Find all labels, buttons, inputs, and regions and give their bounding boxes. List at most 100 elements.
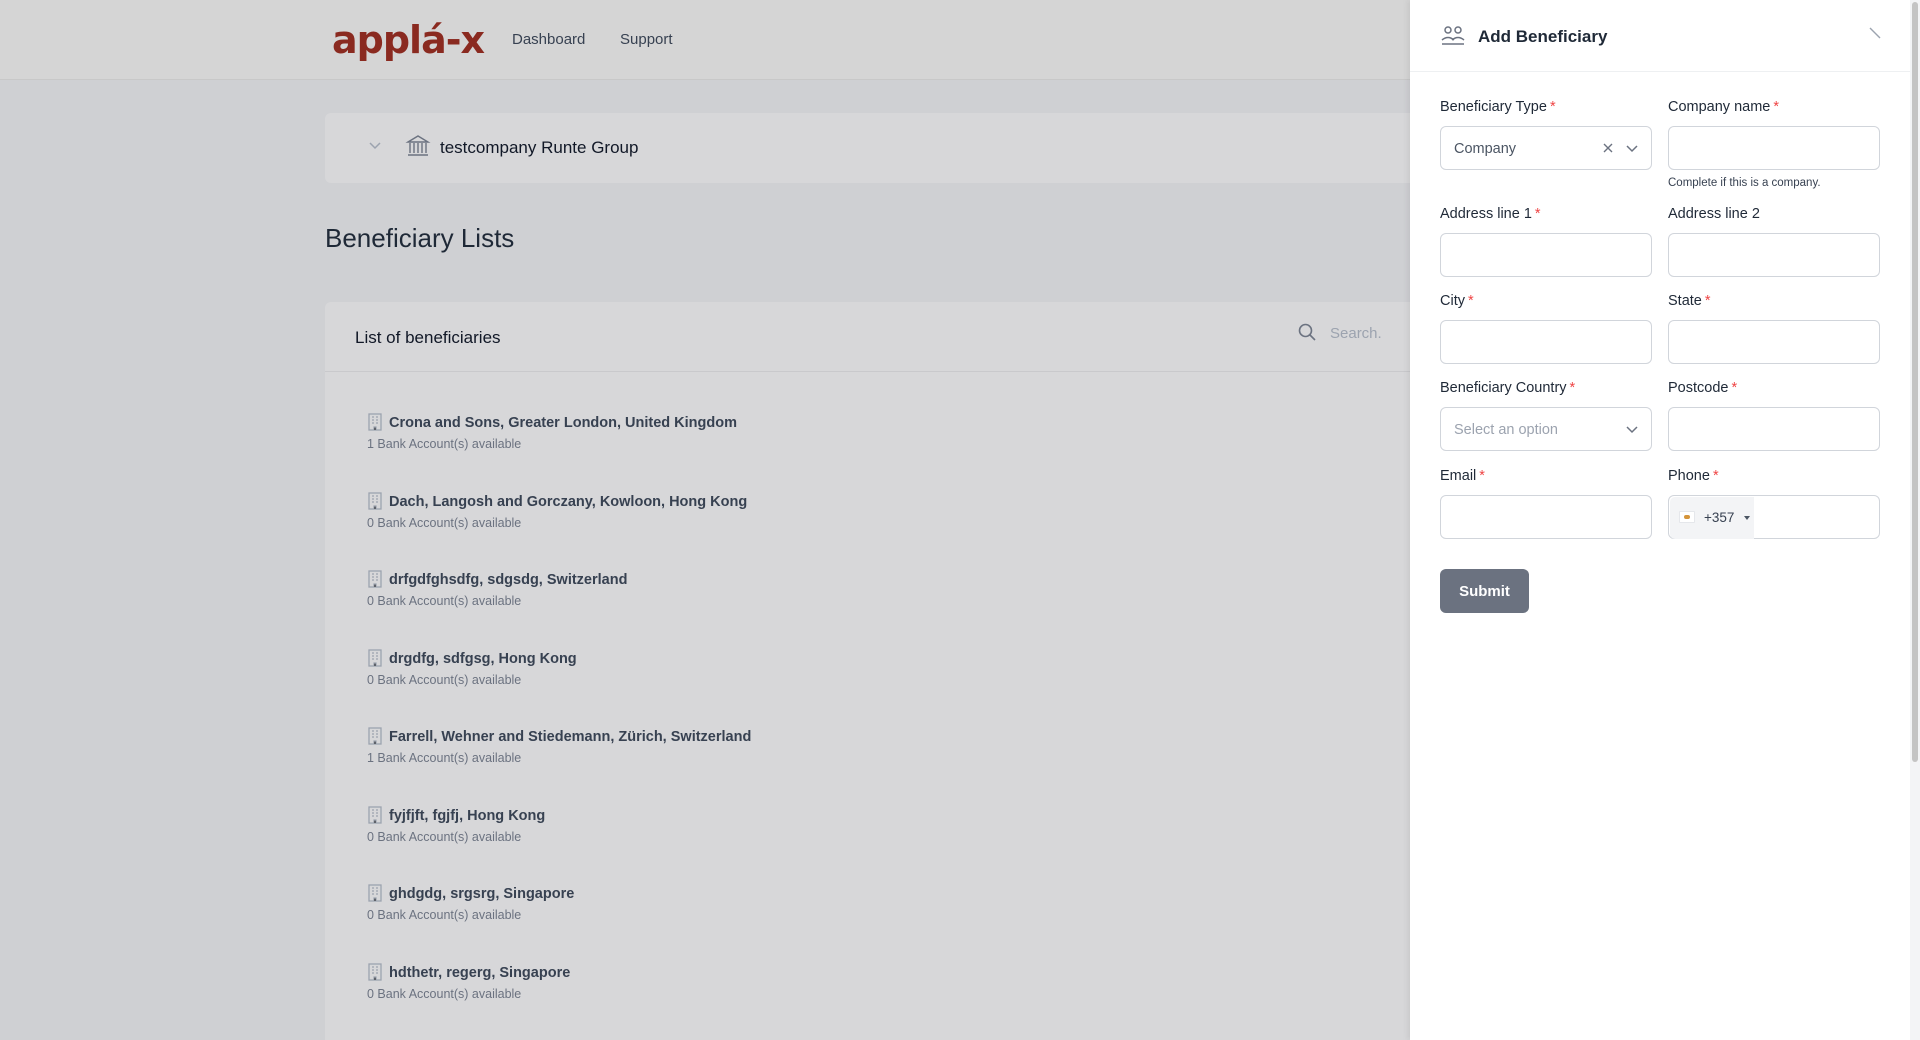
company-name-label: Company name [1668, 99, 1771, 115]
city-field: City * [1440, 292, 1652, 364]
phone-field: Phone * +357 [1668, 467, 1880, 539]
beneficiary-name[interactable]: drfgdfghsdfg, sdgsdg, Switzerland [389, 571, 627, 589]
list-item[interactable]: hdthetr, regerg, Singapore 0 Bank Accoun… [367, 962, 1267, 1012]
beneficiary-name[interactable]: drgdfg, sdfgsg, Hong Kong [389, 650, 577, 668]
nav-dashboard-link[interactable]: Dashboard [512, 30, 585, 50]
beneficiary-type-value: Company [1454, 141, 1517, 157]
beneficiary-name[interactable]: fyjfjft, fgjfj, Hong Kong [389, 807, 545, 825]
list-item[interactable]: fyjfjft, fgjfj, Hong Kong 0 Bank Account… [367, 805, 1267, 855]
panel-title: Add Beneficiary [1478, 27, 1608, 46]
scroll-thumb[interactable] [1912, 2, 1918, 762]
state-input[interactable] [1668, 320, 1880, 364]
list-item[interactable]: Crona and Sons, Greater London, United K… [367, 412, 1267, 462]
building-icon [368, 492, 382, 510]
company-name-input[interactable] [1668, 126, 1880, 170]
beneficiary-country-placeholder: Select an option [1454, 422, 1558, 438]
building-icon [368, 963, 382, 981]
required-mark: * [1467, 293, 1474, 309]
building-icon [368, 806, 382, 824]
bank-icon [405, 135, 431, 156]
app-logo[interactable]: applá-x [332, 18, 485, 62]
phone-label: Phone [1668, 468, 1710, 484]
building-icon [368, 570, 382, 588]
beneficiary-country-field: Beneficiary Country * Select an option [1440, 379, 1652, 451]
bank-account-count: 1 Bank Account(s) available [367, 751, 522, 765]
add-beneficiary-panel: Add Beneficiary Beneficiary Type * Compan… [1410, 0, 1920, 1040]
list-header: List of beneficiaries Search. [325, 302, 1425, 372]
close-icon[interactable] [1868, 26, 1882, 40]
beneficiary-country-label: Beneficiary Country [1440, 380, 1567, 396]
building-icon [368, 413, 382, 431]
field-label: Phone * [1668, 467, 1880, 485]
caret-down-icon [1744, 516, 1750, 520]
search-input[interactable]: Search. [1330, 324, 1382, 344]
building-icon [368, 649, 382, 667]
field-label: Address line 1 * [1440, 205, 1652, 223]
panel-scrollbar[interactable] [1910, 0, 1920, 1040]
list-item[interactable]: ghdgdg, srgsrg, Singapore 0 Bank Account… [367, 883, 1267, 933]
building-icon [368, 727, 382, 745]
bank-account-count: 0 Bank Account(s) available [367, 830, 522, 844]
postcode-input[interactable] [1668, 407, 1880, 451]
email-field: Email * [1440, 467, 1652, 539]
bank-account-count: 0 Bank Account(s) available [367, 908, 522, 922]
required-mark: * [1712, 468, 1719, 484]
country-code-selector[interactable]: +357 [1670, 497, 1754, 539]
chevron-down-icon[interactable] [1625, 141, 1639, 155]
list-item[interactable]: drfgdfghsdfg, sdgsdg, Switzerland 0 Bank… [367, 569, 1267, 619]
required-mark: * [1704, 293, 1711, 309]
state-label: State [1668, 293, 1702, 309]
field-label: Company name * [1668, 98, 1880, 116]
city-label: City [1440, 293, 1465, 309]
field-label: Email * [1440, 467, 1652, 485]
required-mark: * [1773, 99, 1780, 115]
field-label: Beneficiary Type * [1440, 98, 1652, 116]
beneficiary-name[interactable]: Dach, Langosh and Gorczany, Kowloon, Hon… [389, 493, 747, 511]
panel-header: Add Beneficiary [1410, 0, 1910, 72]
cyprus-flag-icon [1679, 511, 1695, 523]
list-item[interactable]: Farrell, Wehner and Stiedemann, Zürich, … [367, 726, 1267, 776]
beneficiary-type-select[interactable]: Company [1440, 126, 1652, 170]
address-line-2-field: Address line 2 [1668, 205, 1880, 277]
beneficiary-name[interactable]: hdthetr, regerg, Singapore [389, 964, 570, 982]
beneficiary-country-select[interactable]: Select an option [1440, 407, 1652, 451]
state-field: State * [1668, 292, 1880, 364]
list-item[interactable]: Dach, Langosh and Gorczany, Kowloon, Hon… [367, 491, 1267, 541]
company-name: testcompany Runte Group [440, 138, 639, 157]
clear-icon[interactable] [1601, 141, 1615, 155]
beneficiary-name[interactable]: Farrell, Wehner and Stiedemann, Zürich, … [389, 728, 751, 746]
email-input[interactable] [1440, 495, 1652, 539]
required-mark: * [1549, 99, 1556, 115]
postcode-label: Postcode [1668, 380, 1729, 396]
company-selector[interactable]: testcompany Runte Group [325, 113, 1425, 183]
beneficiary-name[interactable]: ghdgdg, srgsrg, Singapore [389, 885, 574, 903]
field-label: City * [1440, 292, 1652, 310]
bank-account-count: 0 Bank Account(s) available [367, 594, 522, 608]
email-label: Email [1440, 468, 1477, 484]
submit-button[interactable]: Submit [1440, 569, 1529, 613]
bank-account-count: 1 Bank Account(s) available [367, 437, 522, 451]
nav-support-link[interactable]: Support [620, 30, 673, 50]
chevron-down-icon[interactable] [1625, 422, 1639, 436]
address-line-1-input[interactable] [1440, 233, 1652, 277]
list-title: List of beneficiaries [355, 328, 501, 347]
list-item[interactable]: drgdfg, sdfgsg, Hong Kong 0 Bank Account… [367, 648, 1267, 698]
field-label: Beneficiary Country * [1440, 379, 1652, 397]
building-icon [368, 884, 382, 902]
address-line-2-input[interactable] [1668, 233, 1880, 277]
address-line-1-label: Address line 1 [1440, 206, 1532, 222]
required-mark: * [1569, 380, 1576, 396]
page-title: Beneficiary Lists [325, 223, 515, 253]
address-line-1-field: Address line 1 * [1440, 205, 1652, 277]
beneficiary-type-label: Beneficiary Type [1440, 99, 1547, 115]
city-input[interactable] [1440, 320, 1652, 364]
chevron-down-icon[interactable] [367, 137, 383, 153]
search-icon [1298, 323, 1316, 341]
bank-account-count: 0 Bank Account(s) available [367, 516, 522, 530]
field-label: State * [1668, 292, 1880, 310]
required-mark: * [1479, 468, 1485, 484]
beneficiary-list-card: List of beneficiaries Search. Crona and … [325, 302, 1425, 1040]
beneficiary-name[interactable]: Crona and Sons, Greater London, United K… [389, 414, 737, 432]
required-mark: * [1731, 380, 1738, 396]
phone-input[interactable]: +357 [1668, 495, 1880, 539]
